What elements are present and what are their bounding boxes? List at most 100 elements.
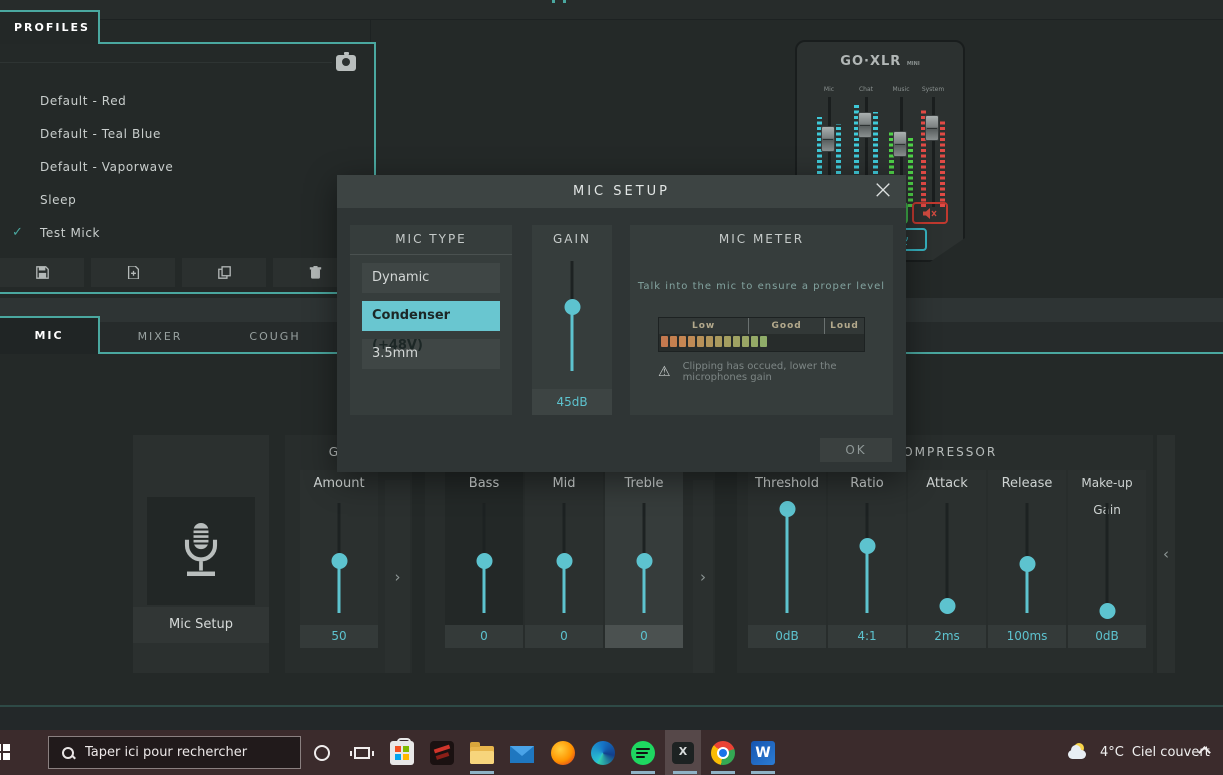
gate-expand-chevron[interactable]: › <box>385 480 410 673</box>
release-value[interactable]: 100ms <box>988 625 1066 648</box>
slider-thumb[interactable] <box>1019 555 1035 572</box>
release-slider[interactable] <box>988 497 1066 625</box>
mail-icon <box>510 745 534 763</box>
save-profile-as-button[interactable] <box>91 258 175 287</box>
amount-slider[interactable] <box>300 497 378 625</box>
taskbar-app-explorer[interactable] <box>462 730 502 775</box>
slider-label: Threshold <box>754 476 820 491</box>
channel-label-music: Music <box>892 86 910 93</box>
profiles-border <box>100 42 376 44</box>
taskbar-app-store[interactable] <box>382 730 422 775</box>
profile-item-active[interactable]: ✓ Test Mick <box>0 219 340 247</box>
tab-mixer[interactable]: MIXER <box>100 322 220 352</box>
threshold-value[interactable]: 0dB <box>748 625 826 648</box>
eq-bass-column: Bass 0 <box>445 470 523 648</box>
ok-button[interactable]: OK <box>820 438 892 462</box>
bass-slider[interactable] <box>445 497 523 625</box>
mic-setup-icon-box[interactable] <box>147 497 255 605</box>
taskbar-app-spotify[interactable] <box>623 730 663 775</box>
compressor-collapse-chevron[interactable]: ‹ <box>1157 435 1175 673</box>
release-column: Release 100ms <box>988 470 1066 648</box>
taskbar-search[interactable] <box>48 736 301 769</box>
cortana-button[interactable] <box>302 730 342 775</box>
makeup-gain-value[interactable]: 0dB <box>1068 625 1146 648</box>
slider-thumb[interactable] <box>779 500 795 517</box>
tab-profiles[interactable]: PROFILES <box>0 10 100 44</box>
save-profile-button[interactable] <box>0 258 84 287</box>
gate-amount-column: Amount 50 <box>300 470 378 648</box>
task-view-button[interactable] <box>342 730 382 775</box>
gain-slider[interactable] <box>532 255 612 390</box>
gain-header: GAIN <box>552 232 592 246</box>
ratio-value[interactable]: 4:1 <box>828 625 906 648</box>
profile-item[interactable]: Default - Teal Blue <box>0 120 340 148</box>
attack-value[interactable]: 2ms <box>908 625 986 648</box>
tab-cough[interactable]: COUGH <box>220 322 330 352</box>
mid-value[interactable]: 0 <box>525 625 603 648</box>
profile-item[interactable]: Sleep <box>0 186 340 214</box>
slider-thumb[interactable] <box>859 537 875 554</box>
microphone-icon <box>184 523 218 577</box>
word-icon: W <box>751 740 775 765</box>
fader-knob-mic <box>821 126 835 152</box>
slider-thumb[interactable] <box>636 553 652 570</box>
copy-profile-button[interactable] <box>182 258 266 287</box>
amount-value[interactable]: 50 <box>300 625 378 648</box>
mid-slider[interactable] <box>525 497 603 625</box>
start-button[interactable] <box>0 744 10 760</box>
slider-thumb[interactable] <box>331 553 347 570</box>
taskbar-app-goxlr-active[interactable]: X <box>665 730 701 775</box>
mic-meter-hint: Talk into the mic to ensure a proper lev… <box>637 281 886 292</box>
profile-item[interactable]: Default - Vaporwave <box>0 153 340 181</box>
mic-setup-button[interactable]: Mic Setup <box>133 607 269 643</box>
search-input[interactable] <box>85 745 275 760</box>
close-icon[interactable]: × <box>868 175 898 208</box>
status-bar <box>0 705 1223 730</box>
makeup-gain-column: Make-up Gain 0dB <box>1068 470 1146 648</box>
ratio-slider[interactable] <box>828 497 906 625</box>
treble-value[interactable]: 0 <box>605 625 683 648</box>
attack-slider[interactable] <box>908 497 986 625</box>
eq-expand-chevron[interactable]: › <box>693 480 713 673</box>
mic-type-option-35mm[interactable]: 3.5mm <box>362 339 500 369</box>
dialog-title: MIC SETUP <box>337 175 906 208</box>
taskbar-app-word[interactable]: W <box>743 730 783 775</box>
mic-setup-dialog: MIC SETUP × MIC TYPE Dynamic Condenser (… <box>337 175 906 472</box>
slider-thumb[interactable] <box>1099 602 1115 619</box>
mic-type-option-condenser[interactable]: Condenser (+48V) <box>362 301 500 353</box>
warning-triangle-icon: ⚠ <box>658 364 671 380</box>
taskbar-app-mail[interactable] <box>502 730 542 775</box>
profile-name: Sleep <box>40 193 77 207</box>
meter-scale-low: Low <box>659 318 750 334</box>
save-as-icon <box>127 266 139 279</box>
slider-label: Attack <box>926 476 968 491</box>
slider-thumb[interactable] <box>476 553 492 570</box>
fader-track <box>932 97 935 207</box>
gain-panel: GAIN 45dB <box>532 225 612 415</box>
mic-type-option-dynamic[interactable]: Dynamic <box>362 263 500 293</box>
warning-text: Clipping has occued, lower the microphon… <box>682 361 837 383</box>
tab-mic[interactable]: MIC <box>0 316 100 354</box>
taskbar-app-chrome[interactable] <box>703 730 743 775</box>
makeup-gain-slider[interactable] <box>1068 497 1146 625</box>
screenshot-camera-button[interactable] <box>336 52 356 71</box>
taskbar-app-edge[interactable] <box>583 730 623 775</box>
mic-type-header: MIC TYPE <box>350 225 512 255</box>
slider-thumb[interactable] <box>564 299 580 316</box>
treble-slider[interactable] <box>605 497 683 625</box>
slider-thumb[interactable] <box>556 553 572 570</box>
gain-value[interactable]: 45dB <box>532 389 612 415</box>
slider-thumb[interactable] <box>939 598 955 615</box>
mic-meter-panel: MIC METER Talk into the mic to ensure a … <box>630 225 893 415</box>
taskbar-app-firefox[interactable] <box>543 730 583 775</box>
taskbar-weather[interactable]: 4°C Ciel couvert <box>1068 730 1210 775</box>
bass-value[interactable]: 0 <box>445 625 523 648</box>
threshold-slider[interactable] <box>748 497 826 625</box>
search-icon <box>61 746 75 760</box>
channel-label-system: System <box>921 86 945 93</box>
profile-item[interactable]: Default - Red <box>0 87 340 115</box>
ratio-column: Ratio 4:1 <box>828 470 906 648</box>
led-meter <box>940 120 945 207</box>
taskbar-app-game[interactable] <box>422 730 462 775</box>
slider-label: Release <box>1001 476 1053 491</box>
